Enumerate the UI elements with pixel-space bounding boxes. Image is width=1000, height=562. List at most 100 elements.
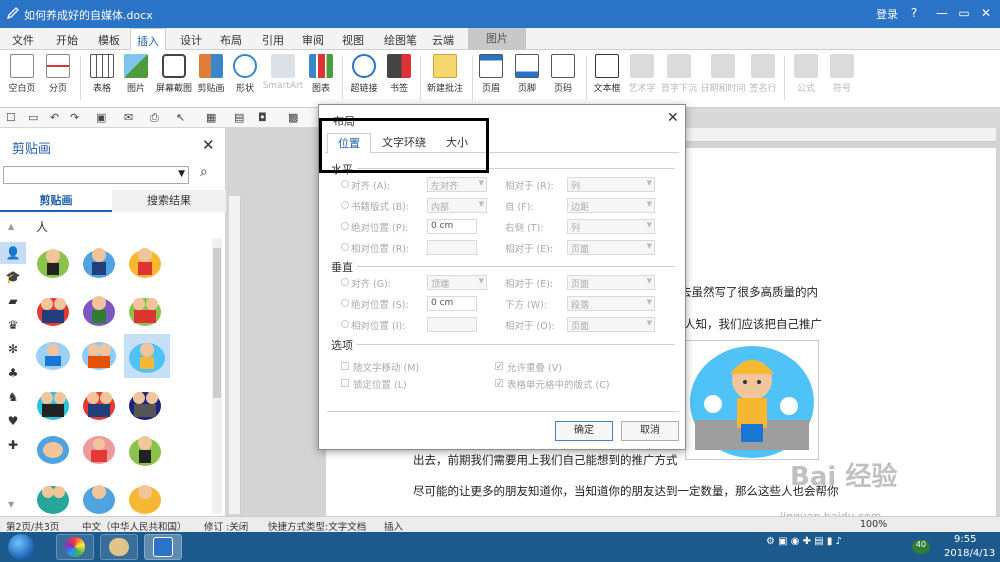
page-number-button[interactable]: 页码 xyxy=(548,52,578,104)
ok-button[interactable]: 确定 xyxy=(555,421,613,441)
pointer-icon[interactable]: ↖ xyxy=(176,111,185,124)
drop-cap-button[interactable]: 首字下沉 xyxy=(660,52,698,104)
chevron-down-icon[interactable]: ▼ xyxy=(178,169,185,179)
dialog-close-icon[interactable]: ✕ xyxy=(667,110,679,126)
clipart-item[interactable] xyxy=(78,384,120,422)
layout-in-cell-checkbox[interactable]: ✓ xyxy=(495,379,503,388)
undo-icon[interactable]: ↶ xyxy=(50,111,59,124)
shapes-button[interactable]: 形状 xyxy=(230,52,260,104)
print-icon[interactable]: ⎙ xyxy=(150,111,159,125)
clipart-item[interactable] xyxy=(124,242,166,280)
clipart-item[interactable] xyxy=(124,290,166,328)
tab-home[interactable]: 开始 xyxy=(56,32,78,48)
header-button[interactable]: 页眉 xyxy=(476,52,506,104)
signature-line-button[interactable]: 签名行 xyxy=(748,52,778,104)
category-medical[interactable]: ✚ xyxy=(0,434,26,456)
restore-button[interactable]: ▭ xyxy=(954,4,974,22)
screenshot-button[interactable]: 屏幕截图 xyxy=(154,52,194,104)
collapse-arrow-icon[interactable]: ▲ xyxy=(8,222,14,231)
new-doc-icon[interactable]: ☐ xyxy=(6,111,16,124)
panel-scrollbar[interactable] xyxy=(212,238,222,514)
mail-icon[interactable]: ✉ xyxy=(124,111,133,124)
tab-search-results[interactable]: 搜索结果 xyxy=(112,190,226,212)
taskbar-app-colorful[interactable] xyxy=(56,534,94,560)
clipart-item[interactable] xyxy=(124,384,166,422)
clipart-item[interactable] xyxy=(32,384,74,422)
insert-mode-status[interactable]: 插入 xyxy=(384,519,403,533)
tray-icons[interactable]: ⚙ ▣ ◉ ✚ ▤ ▮ ♪ xyxy=(766,536,842,547)
clipart-item[interactable] xyxy=(32,430,74,468)
tab-design[interactable]: 设计 xyxy=(180,32,202,48)
clipart-item[interactable] xyxy=(32,242,74,280)
category-animals[interactable]: ♞ xyxy=(0,386,26,408)
page-count[interactable]: 第2页/共3页 xyxy=(6,519,59,533)
clipart-item[interactable] xyxy=(32,478,74,516)
expand-arrow-icon[interactable]: ▼ xyxy=(8,500,14,509)
clipart-item[interactable] xyxy=(78,478,120,516)
tab-clipart[interactable]: 剪贴画 xyxy=(0,190,112,212)
category-plants[interactable]: ♣ xyxy=(0,362,26,384)
footer-button[interactable]: 页脚 xyxy=(512,52,542,104)
date-time-button[interactable]: 日期和时间 xyxy=(700,52,746,104)
lock-anchor-checkbox[interactable] xyxy=(341,379,349,387)
clipart-item[interactable] xyxy=(78,430,120,468)
tab-view[interactable]: 视图 xyxy=(342,32,364,48)
page-break-button[interactable]: 分页 xyxy=(42,52,74,104)
h-relative-input[interactable] xyxy=(427,240,477,255)
zoom-level[interactable]: 100% xyxy=(860,519,887,530)
clipart-item[interactable] xyxy=(32,336,74,374)
picture-button[interactable]: 图片 xyxy=(120,52,152,104)
clipart-item[interactable] xyxy=(124,430,166,468)
clipart-item[interactable] xyxy=(32,290,74,328)
track-changes-status[interactable]: 修订 :关闭 xyxy=(204,519,248,533)
redo-icon[interactable]: ↷ xyxy=(70,111,79,124)
v-absolute-radio[interactable] xyxy=(341,299,349,307)
clipart-item[interactable] xyxy=(78,242,120,280)
minimize-button[interactable]: — xyxy=(932,4,952,22)
open-folder-icon[interactable]: ▭ xyxy=(28,111,38,124)
screenshot-small-icon[interactable]: ◘ xyxy=(258,111,267,124)
clock-date[interactable]: 2018/4/13 xyxy=(944,548,995,559)
start-button[interactable] xyxy=(8,534,34,560)
close-window-button[interactable]: ✕ xyxy=(976,4,996,22)
table-button[interactable]: 表格 xyxy=(86,52,118,104)
image-small-icon[interactable]: ▤ xyxy=(234,111,244,124)
allow-overlap-checkbox[interactable]: ✓ xyxy=(495,362,503,371)
v-align-select[interactable]: 顶端 ▼ xyxy=(427,275,487,290)
clock-time[interactable]: 9:55 xyxy=(954,534,976,545)
search-icon[interactable]: ⌕ xyxy=(200,164,208,180)
v-absolute-input[interactable]: 0 cm xyxy=(427,296,477,311)
grid-small-icon[interactable]: ▩ xyxy=(288,111,298,124)
h-align-radio[interactable] xyxy=(341,180,349,188)
scrollbar-thumb[interactable] xyxy=(213,248,221,398)
v-align-radio[interactable] xyxy=(341,278,349,286)
save-icon[interactable]: ▣ xyxy=(96,111,106,124)
h-relative-radio[interactable] xyxy=(341,243,349,251)
category-business[interactable]: ▰ xyxy=(0,290,26,312)
language-status[interactable]: 中文（中华人民共和国） xyxy=(82,519,187,533)
textbox-button[interactable]: 文本框 xyxy=(590,52,624,104)
panel-close-icon[interactable]: ✕ xyxy=(202,136,215,154)
login-button[interactable]: 登录 xyxy=(876,6,898,22)
h-of-select[interactable]: 边距 ▼ xyxy=(567,198,655,213)
clipart-item[interactable] xyxy=(124,478,166,516)
clipart-item[interactable] xyxy=(78,290,120,328)
tab-drawing-pen[interactable]: 绘图笔 xyxy=(384,32,417,48)
bookmark-button[interactable]: 书签 xyxy=(384,52,414,104)
h-relative1-select[interactable]: 列 ▼ xyxy=(567,177,655,192)
hyperlink-button[interactable]: 超链接 xyxy=(346,52,382,104)
v-relative-input[interactable] xyxy=(427,317,477,332)
category-crown[interactable]: ♛ xyxy=(0,314,26,336)
clipart-item-selected[interactable] xyxy=(124,334,170,378)
notification-badge[interactable]: 40 xyxy=(912,540,930,554)
tab-picture-tools[interactable]: 图片 xyxy=(468,28,526,50)
chart-button[interactable]: 图表 xyxy=(306,52,336,104)
help-button[interactable]: ? xyxy=(904,4,924,22)
taskbar-app-writer[interactable] xyxy=(144,534,182,560)
tab-layout[interactable]: 布局 xyxy=(220,32,242,48)
clipart-button[interactable]: 剪贴画 xyxy=(196,52,226,104)
tab-cloud[interactable]: 云端 xyxy=(432,32,454,48)
table-small-icon[interactable]: ▦ xyxy=(206,111,216,124)
clipart-item[interactable] xyxy=(78,336,120,374)
tab-file[interactable]: 文件 xyxy=(12,32,34,48)
